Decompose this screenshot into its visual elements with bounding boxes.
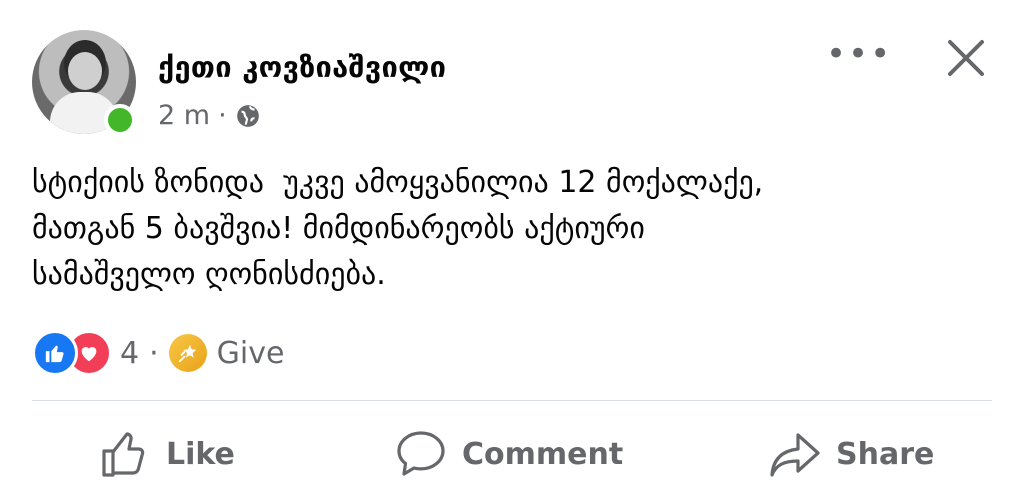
post-time[interactable]: 2 m <box>158 100 210 131</box>
like-reaction-icon <box>32 330 78 376</box>
like-label: Like <box>166 436 235 472</box>
thumbs-up-icon <box>102 432 145 477</box>
share-label: Share <box>836 436 935 472</box>
reaction-count[interactable]: 4 <box>120 336 139 371</box>
online-status-indicator <box>104 104 136 136</box>
avatar-head <box>68 52 102 90</box>
more-icon: ••• <box>826 34 893 74</box>
share-button[interactable]: Share <box>768 424 934 484</box>
author-name[interactable]: ქეთი კოვზიაშვილი <box>158 50 446 84</box>
meta-separator: · <box>218 100 227 131</box>
post-text: სტიქიის ზონიდა უკვე ამოყვანილია 12 მოქალ… <box>32 165 764 292</box>
globe-icon[interactable] <box>235 103 261 129</box>
give-star-icon <box>168 334 207 372</box>
comment-button[interactable]: Comment <box>394 424 623 484</box>
reaction-separator: · <box>149 335 159 371</box>
comment-icon <box>397 431 445 476</box>
comment-label: Comment <box>462 436 624 472</box>
reactions-summary[interactable]: 4 · Give <box>32 330 284 376</box>
close-icon[interactable] <box>944 36 988 80</box>
post-meta: 2 m · <box>158 100 261 131</box>
share-arrow-icon <box>770 433 820 477</box>
more-options-button[interactable]: ••• <box>826 37 892 71</box>
like-button[interactable]: Like <box>98 424 235 484</box>
give-label[interactable]: Give <box>217 336 285 371</box>
divider <box>32 400 992 401</box>
